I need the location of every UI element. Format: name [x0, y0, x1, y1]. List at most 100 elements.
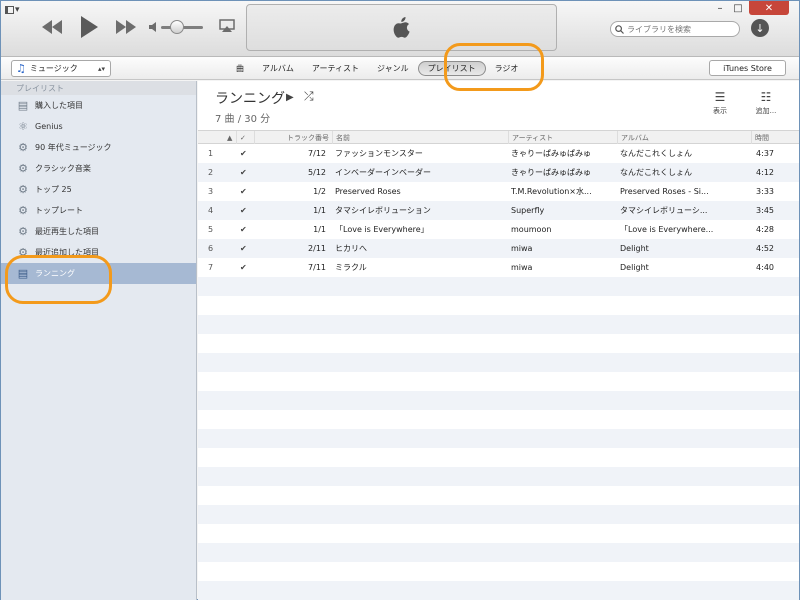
- track-number-index: 7: [208, 263, 214, 272]
- track-time: 4:52: [756, 244, 774, 253]
- track-number-column-header[interactable]: トラック番号: [254, 131, 332, 144]
- library-select[interactable]: ♫ ミュージック ▴▾: [11, 60, 111, 77]
- tab-albums[interactable]: アルバム: [253, 61, 303, 76]
- table-row[interactable]: 1 ✔ 7/12 ファッションモンスター きゃりーぱみゅぱみゅ なんだこれくしょん 4:37: [198, 144, 799, 163]
- track-checkbox[interactable]: ✔: [240, 220, 252, 239]
- track-checkbox[interactable]: ✔: [240, 144, 252, 163]
- track-number: 5/12: [308, 168, 326, 177]
- app-menu-button[interactable]: ▾: [5, 4, 31, 16]
- track-album: なんだこれくしょん: [620, 149, 692, 158]
- track-name: ヒカリへ: [335, 244, 367, 253]
- track-number: 2/11: [308, 244, 326, 253]
- play-button[interactable]: [78, 15, 100, 39]
- track-number: 1/1: [313, 206, 326, 215]
- table-row[interactable]: 3 ✔ 1/2 Preserved Roses T.M.Revolution×水... P…: [198, 182, 799, 201]
- time-column-header[interactable]: 時間: [751, 131, 799, 144]
- track-album: 「Love is Everywhere...: [620, 225, 714, 234]
- download-arrow-icon: ↓: [755, 21, 765, 35]
- shuffle-icon[interactable]: ⤮: [304, 89, 314, 104]
- add-to-playlist-button[interactable]: ☷ 追加...: [753, 90, 779, 116]
- table-row[interactable]: 4 ✔ 1/1 タマシイレボリューション Superfly タマシイレボリューシ... 3:…: [198, 201, 799, 220]
- genius-icon: ⚛: [18, 120, 28, 133]
- updown-arrows-icon: ▴▾: [97, 64, 105, 73]
- sidebar-item-recently-added[interactable]: ⚙ 最近追加した項目: [1, 242, 196, 263]
- track-number-index: 3: [208, 187, 214, 196]
- artist-column-header[interactable]: アーティスト: [508, 131, 617, 144]
- sidebar-item-label: 最近再生した項目: [35, 227, 99, 236]
- apple-logo-icon: [393, 16, 410, 38]
- track-checkbox[interactable]: ✔: [240, 239, 252, 258]
- tab-radio[interactable]: ラジオ: [486, 61, 528, 76]
- tab-radio-label: ラジオ: [494, 64, 519, 73]
- itunes-store-button[interactable]: iTunes Store: [709, 60, 786, 76]
- sidebar-item-classical[interactable]: ⚙ クラシック音楽: [1, 158, 196, 179]
- track-album: Delight: [620, 263, 649, 272]
- album-column-header[interactable]: アルバム: [617, 131, 726, 144]
- menu-dropdown-icon: ▾: [15, 5, 20, 15]
- track-list: 1 ✔ 7/12 ファッションモンスター きゃりーぱみゅぱみゅ なんだこれくしょん 4:37…: [198, 144, 799, 600]
- sidebar-item-genius[interactable]: ⚛ Genius: [1, 116, 196, 137]
- table-row[interactable]: 5 ✔ 1/1 「Love is Everywhere」 moumoon 「Love is…: [198, 220, 799, 239]
- volume-low-icon: [149, 22, 156, 32]
- empty-row: [198, 334, 799, 353]
- next-track-button[interactable]: [113, 19, 139, 35]
- view-list-icon: ☰: [714, 90, 726, 104]
- airplay-icon[interactable]: [219, 19, 235, 33]
- track-checkbox[interactable]: ✔: [240, 182, 252, 201]
- track-artist: Superfly: [511, 206, 545, 215]
- empty-row: [198, 372, 799, 391]
- track-checkbox[interactable]: ✔: [240, 163, 252, 182]
- table-row[interactable]: 7 ✔ 7/11 ミラクル miwa Delight 4:40: [198, 258, 799, 277]
- tab-genres[interactable]: ジャンル: [368, 61, 418, 76]
- tab-artists[interactable]: アーティスト: [303, 61, 368, 76]
- sidebar-item-recently-played[interactable]: ⚙ 最近再生した項目: [1, 221, 196, 242]
- tab-songs[interactable]: 曲: [227, 61, 253, 76]
- library-search[interactable]: [610, 21, 740, 37]
- library-select-label: ミュージック: [29, 64, 78, 73]
- empty-row: [198, 296, 799, 315]
- track-checkbox[interactable]: ✔: [240, 201, 252, 220]
- sidebar-item-purchased[interactable]: ▤ 購入した項目: [1, 95, 196, 116]
- volume-slider-knob[interactable]: [170, 20, 184, 34]
- view-options-button[interactable]: ☰ 表示: [707, 90, 733, 116]
- track-name: ファッションモンスター: [335, 149, 423, 158]
- track-name: インベーダーインベーダー: [335, 168, 431, 177]
- name-column-header[interactable]: 名前: [332, 131, 508, 144]
- check-column-header[interactable]: ✓: [236, 131, 254, 144]
- sidebar-item-90s-music[interactable]: ⚙ 90 年代ミュージック: [1, 137, 196, 158]
- search-input[interactable]: [627, 24, 737, 34]
- tab-albums-label: アルバム: [262, 64, 294, 73]
- track-checkbox[interactable]: ✔: [240, 258, 252, 277]
- empty-row: [198, 467, 799, 486]
- track-album: Delight: [620, 244, 649, 253]
- sidebar-item-top-25[interactable]: ⚙ トップ 25: [1, 179, 196, 200]
- track-time: 3:45: [756, 206, 774, 215]
- empty-row: [198, 410, 799, 429]
- track-artist: miwa: [511, 244, 533, 253]
- previous-track-button[interactable]: [39, 19, 65, 35]
- play-icon: [81, 16, 98, 38]
- sort-column-header[interactable]: ▲: [224, 131, 236, 144]
- track-number-index: 5: [208, 225, 214, 234]
- sidebar-item-label: 最近追加した項目: [35, 248, 99, 257]
- smart-playlist-icon: ⚙: [18, 162, 28, 175]
- sidebar-item-top-rated[interactable]: ⚙ トップレート: [1, 200, 196, 221]
- table-row[interactable]: 6 ✔ 2/11 ヒカリへ miwa Delight 4:52: [198, 239, 799, 258]
- smart-playlist-icon: ⚙: [18, 141, 28, 154]
- download-button[interactable]: ↓: [751, 19, 769, 37]
- tab-playlists[interactable]: プレイリスト: [417, 61, 486, 76]
- sidebar-header: プレイリスト: [1, 81, 196, 95]
- close-button[interactable]: ✕: [749, 1, 789, 15]
- track-album: タマシイレボリューシ...: [620, 206, 708, 215]
- view-tabs: 曲 アルバム アーティスト ジャンル プレイリスト ラジオ: [227, 60, 527, 77]
- minimize-button[interactable]: –: [711, 1, 729, 15]
- table-row[interactable]: 2 ✔ 5/12 インベーダーインベーダー きゃりーぱみゅぱみゅ なんだこれくしょん 4:1…: [198, 163, 799, 182]
- track-number-index: 1: [208, 149, 214, 158]
- maximize-button[interactable]: □: [729, 1, 747, 15]
- track-artist: きゃりーぱみゅぱみゅ: [511, 149, 591, 158]
- sidebar-item-running[interactable]: ▤ ランニング: [1, 263, 196, 284]
- track-artist: きゃりーぱみゅぱみゅ: [511, 168, 591, 177]
- track-album: Preserved Roses - Si...: [620, 187, 709, 196]
- play-playlist-icon[interactable]: ▶: [286, 92, 294, 103]
- track-number-index: 2: [208, 168, 214, 177]
